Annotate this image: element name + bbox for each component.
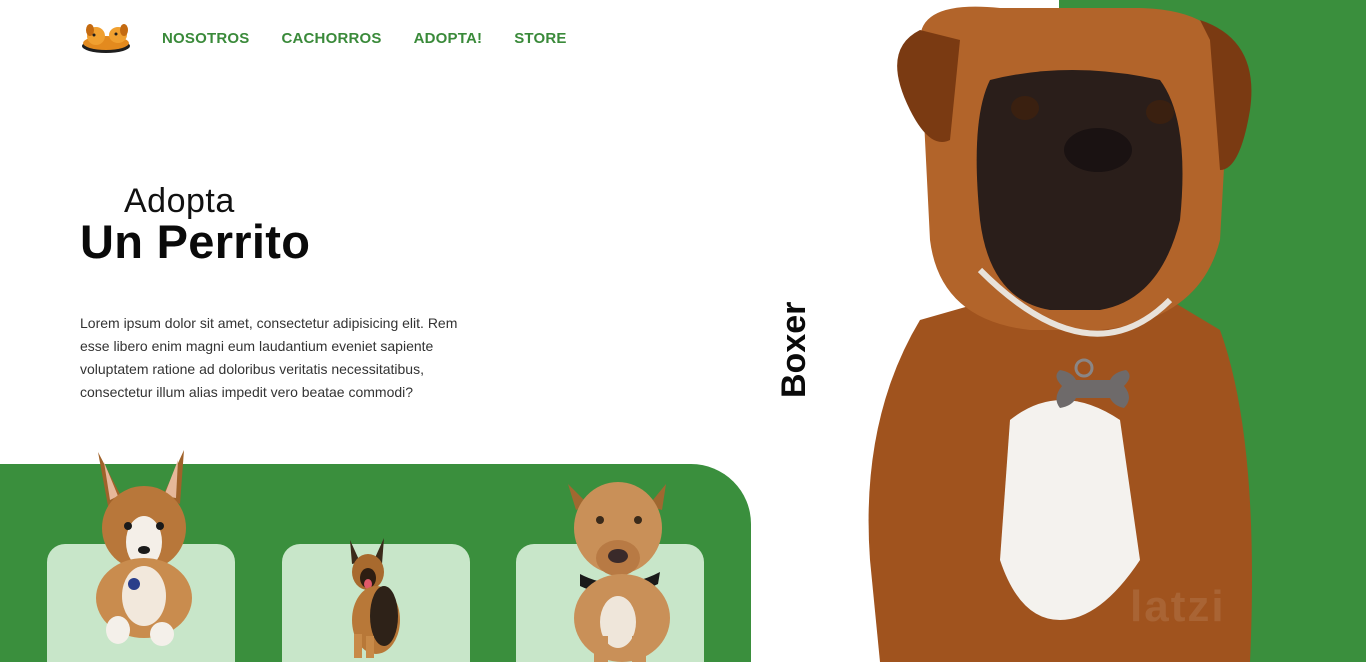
- nav-link-nosotros[interactable]: NOSOTROS: [162, 30, 249, 47]
- boxer-image: [868, 6, 1252, 662]
- nav-link-cachorros[interactable]: CACHORROS: [281, 30, 381, 47]
- hero-title: Un Perrito: [80, 215, 311, 268]
- corgi-image: [96, 450, 192, 646]
- pitbull-image: [568, 482, 670, 662]
- nav-link-adopta[interactable]: ADOPTA!: [414, 30, 483, 47]
- main-nav: NOSOTROS CACHORROS ADOPTA! STORE: [162, 30, 567, 47]
- hero-description: Lorem ipsum dolor sit amet, consectetur …: [80, 315, 458, 400]
- logo-dog-icon[interactable]: [80, 22, 132, 54]
- featured-breed-label: Boxer: [775, 301, 813, 398]
- watermark-text: latzi: [1130, 582, 1226, 631]
- nav-link-store[interactable]: STORE: [514, 30, 566, 47]
- german-shepherd-image: [350, 538, 400, 658]
